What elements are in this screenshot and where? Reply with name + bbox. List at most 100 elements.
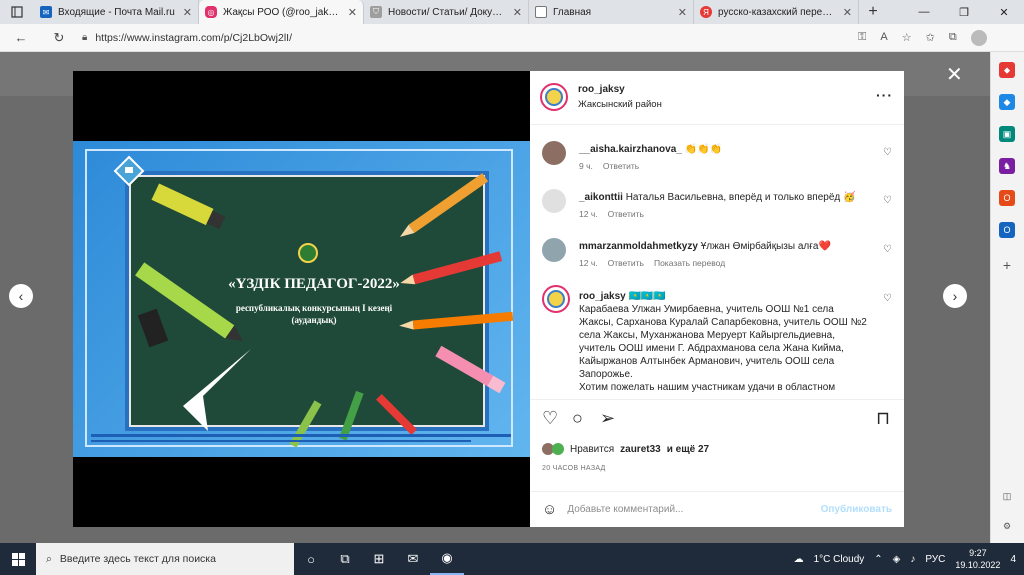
weather-text[interactable]: 1°C Cloudy [814,554,865,565]
heart-icon[interactable]: ♡ [542,408,558,429]
likes-count[interactable]: и ещё 27 [667,444,709,455]
tab-actions-icon[interactable] [0,6,34,18]
taskbar-search[interactable]: ⌕ Введите здесь текст для поиска [36,543,294,575]
share-icon[interactable]: ➢ [600,408,615,429]
like-comment-icon[interactable]: ♡ [883,147,892,158]
yandex-icon: Я [700,6,712,18]
close-tab-icon[interactable]: ✕ [513,6,522,19]
tab-main[interactable]: Главная ✕ [529,0,694,24]
post-location[interactable]: Жаксынский район [578,99,662,110]
publish-button[interactable]: Опубликовать [821,504,892,515]
close-modal-icon[interactable]: ✕ [946,62,963,87]
taskbar: ⌕ Введите здесь текст для поиска ○ ⧉ ⊞ ✉… [0,543,1024,575]
key-icon[interactable]: ⚿ [858,31,866,44]
reply-button[interactable]: Ответить [608,258,644,268]
office-icon[interactable]: O [999,190,1015,206]
close-tab-icon[interactable]: ✕ [183,6,192,19]
emoji-icon[interactable]: ☺ [542,501,557,518]
post-image: «ҮЗДІК ПЕДАГОГ-2022» республикалық конку… [73,141,530,457]
system-tray: ☁ 1°C Cloudy ⌃ ◈ ♪ РУС 9:27 19.10.2022 4 [794,543,1016,575]
commenter-avatar[interactable] [542,189,566,213]
search-icon: ⌕ [46,552,52,565]
comment-icon[interactable]: ○ [572,408,583,429]
network-icon[interactable]: ◈ [893,554,901,565]
clock[interactable]: 9:27 19.10.2022 [955,547,1000,571]
sidebar-toggle-icon[interactable]: ◫ [999,488,1015,504]
like-comment-icon[interactable]: ♡ [883,244,892,255]
read-aloud-icon[interactable]: A [880,31,887,44]
minimize-button[interactable]: — [904,0,944,24]
address-bar: ← ↻ 🔒︎ https://www.instagram.com/p/Cj2Lb… [0,24,1024,52]
liker-avatar [552,443,564,455]
post-time: 20 ЧАСОВ НАЗАД [542,465,606,472]
school-supplies-illustration [91,155,514,448]
lock-icon: 🔒︎ [82,32,88,43]
tab-translate[interactable]: Я русско-казахский переводч ✕ [694,0,859,24]
close-tab-icon[interactable]: ✕ [348,6,357,19]
like-comment-icon[interactable]: ♡ [883,195,892,206]
more-options-icon[interactable]: ··· [876,87,893,103]
maximize-button[interactable]: ❐ [944,0,984,24]
shield-icon: ⛉ [370,6,382,18]
tag-icon[interactable]: ⬥ [999,62,1015,78]
tab-instagram[interactable]: ◎ Жақсы РОО (@roo_jaksy) • Ф ✕ [199,0,364,24]
edge-sidebar: ⬥ ◆ ▣ ♞ O O + ◫ ⚙ [990,52,1024,543]
caption-text: Карабаева Улжан Умирбаевна, учитель ООШ … [579,304,867,380]
close-tab-icon[interactable]: ✕ [843,6,852,19]
favorite-icon[interactable]: ☆ [902,31,912,44]
outlook-icon[interactable]: O [999,222,1015,238]
store-icon[interactable]: ⊞ [362,543,396,575]
like-comment-icon[interactable]: ♡ [883,293,892,304]
tab-news[interactable]: ⛉ Новости/ Статьи/ Документ ✕ [364,0,529,24]
refresh-icon[interactable]: ↻ [46,30,72,46]
cortana-icon[interactable]: ○ [294,543,328,575]
liker-username[interactable]: zauret33 [620,444,661,455]
show-translation-button[interactable]: Показать перевод [654,258,725,268]
next-arrow-icon[interactable]: › [943,284,967,308]
slide-title: «ҮЗДІК ПЕДАГОГ-2022» [228,276,400,292]
prev-arrow-icon[interactable]: ‹ [9,284,33,308]
chevron-up-icon[interactable]: ⌃ [874,554,882,565]
tab-bar: ✉ Входящие - Почта Mail.ru ✕ ◎ Жақсы РОО… [0,0,1024,24]
save-icon[interactable]: ⊓ [876,408,890,429]
commenter-avatar[interactable] [542,238,566,262]
account-avatar[interactable] [542,285,570,313]
shopping-icon[interactable]: ◆ [999,94,1015,110]
instagram-icon: ◎ [205,6,217,18]
mail-icon[interactable]: ✉ [396,543,430,575]
add-icon[interactable]: + [999,257,1015,273]
close-tab-icon[interactable]: ✕ [678,6,687,19]
collections-icon[interactable]: ⧉ [949,31,957,44]
reply-button[interactable]: Ответить [603,161,639,171]
account-avatar[interactable] [540,83,568,111]
post-header: roo_jaksy Жаксынский район ··· [530,71,904,125]
cloud-icon: ☁ [793,553,804,565]
edge-icon[interactable]: ◉ [430,543,464,575]
url-field[interactable]: 🔒︎ https://www.instagram.com/p/Cj2LbOwj2… [82,27,852,49]
caption-item: roo_jaksy 🇰🇿🇰🇿🇰🇿 Карабаева Улжан Умирбае… [542,285,892,395]
comment-input[interactable]: Добавьте комментарий... [567,504,820,515]
language-indicator[interactable]: РУС [925,554,945,565]
new-tab-button[interactable]: + [859,3,887,21]
tools-icon[interactable]: ▣ [999,126,1015,142]
profile-avatar[interactable] [970,29,987,46]
post-panel: roo_jaksy Жаксынский район ··· __aisha.k… [530,71,904,527]
back-icon[interactable]: ← [8,30,34,45]
page-icon [535,6,547,18]
windows-start-icon[interactable] [0,543,36,575]
tab-mail[interactable]: ✉ Входящие - Почта Mail.ru ✕ [34,0,199,24]
commenter-avatar[interactable] [542,141,566,165]
task-view-icon[interactable]: ⧉ [328,543,362,575]
likes-row: Нравится zauret33 и ещё 27 [542,443,709,455]
favorites-list-icon[interactable]: ✩ [926,31,935,44]
settings-icon[interactable]: ⚙ [999,518,1015,534]
games-icon[interactable]: ♞ [999,158,1015,174]
post-username[interactable]: roo_jaksy [578,84,625,95]
notifications-badge[interactable]: 4 [1010,554,1016,565]
post-media[interactable]: «ҮЗДІК ПЕДАГОГ-2022» республикалық конку… [73,71,530,527]
close-window-button[interactable]: ✕ [984,0,1024,24]
volume-icon[interactable]: ♪ [910,554,915,565]
slide-subtitle: республикалық конкурсының I кезеңі (ауда… [235,303,393,325]
reply-button[interactable]: Ответить [608,209,644,219]
mail-icon: ✉ [40,6,52,18]
